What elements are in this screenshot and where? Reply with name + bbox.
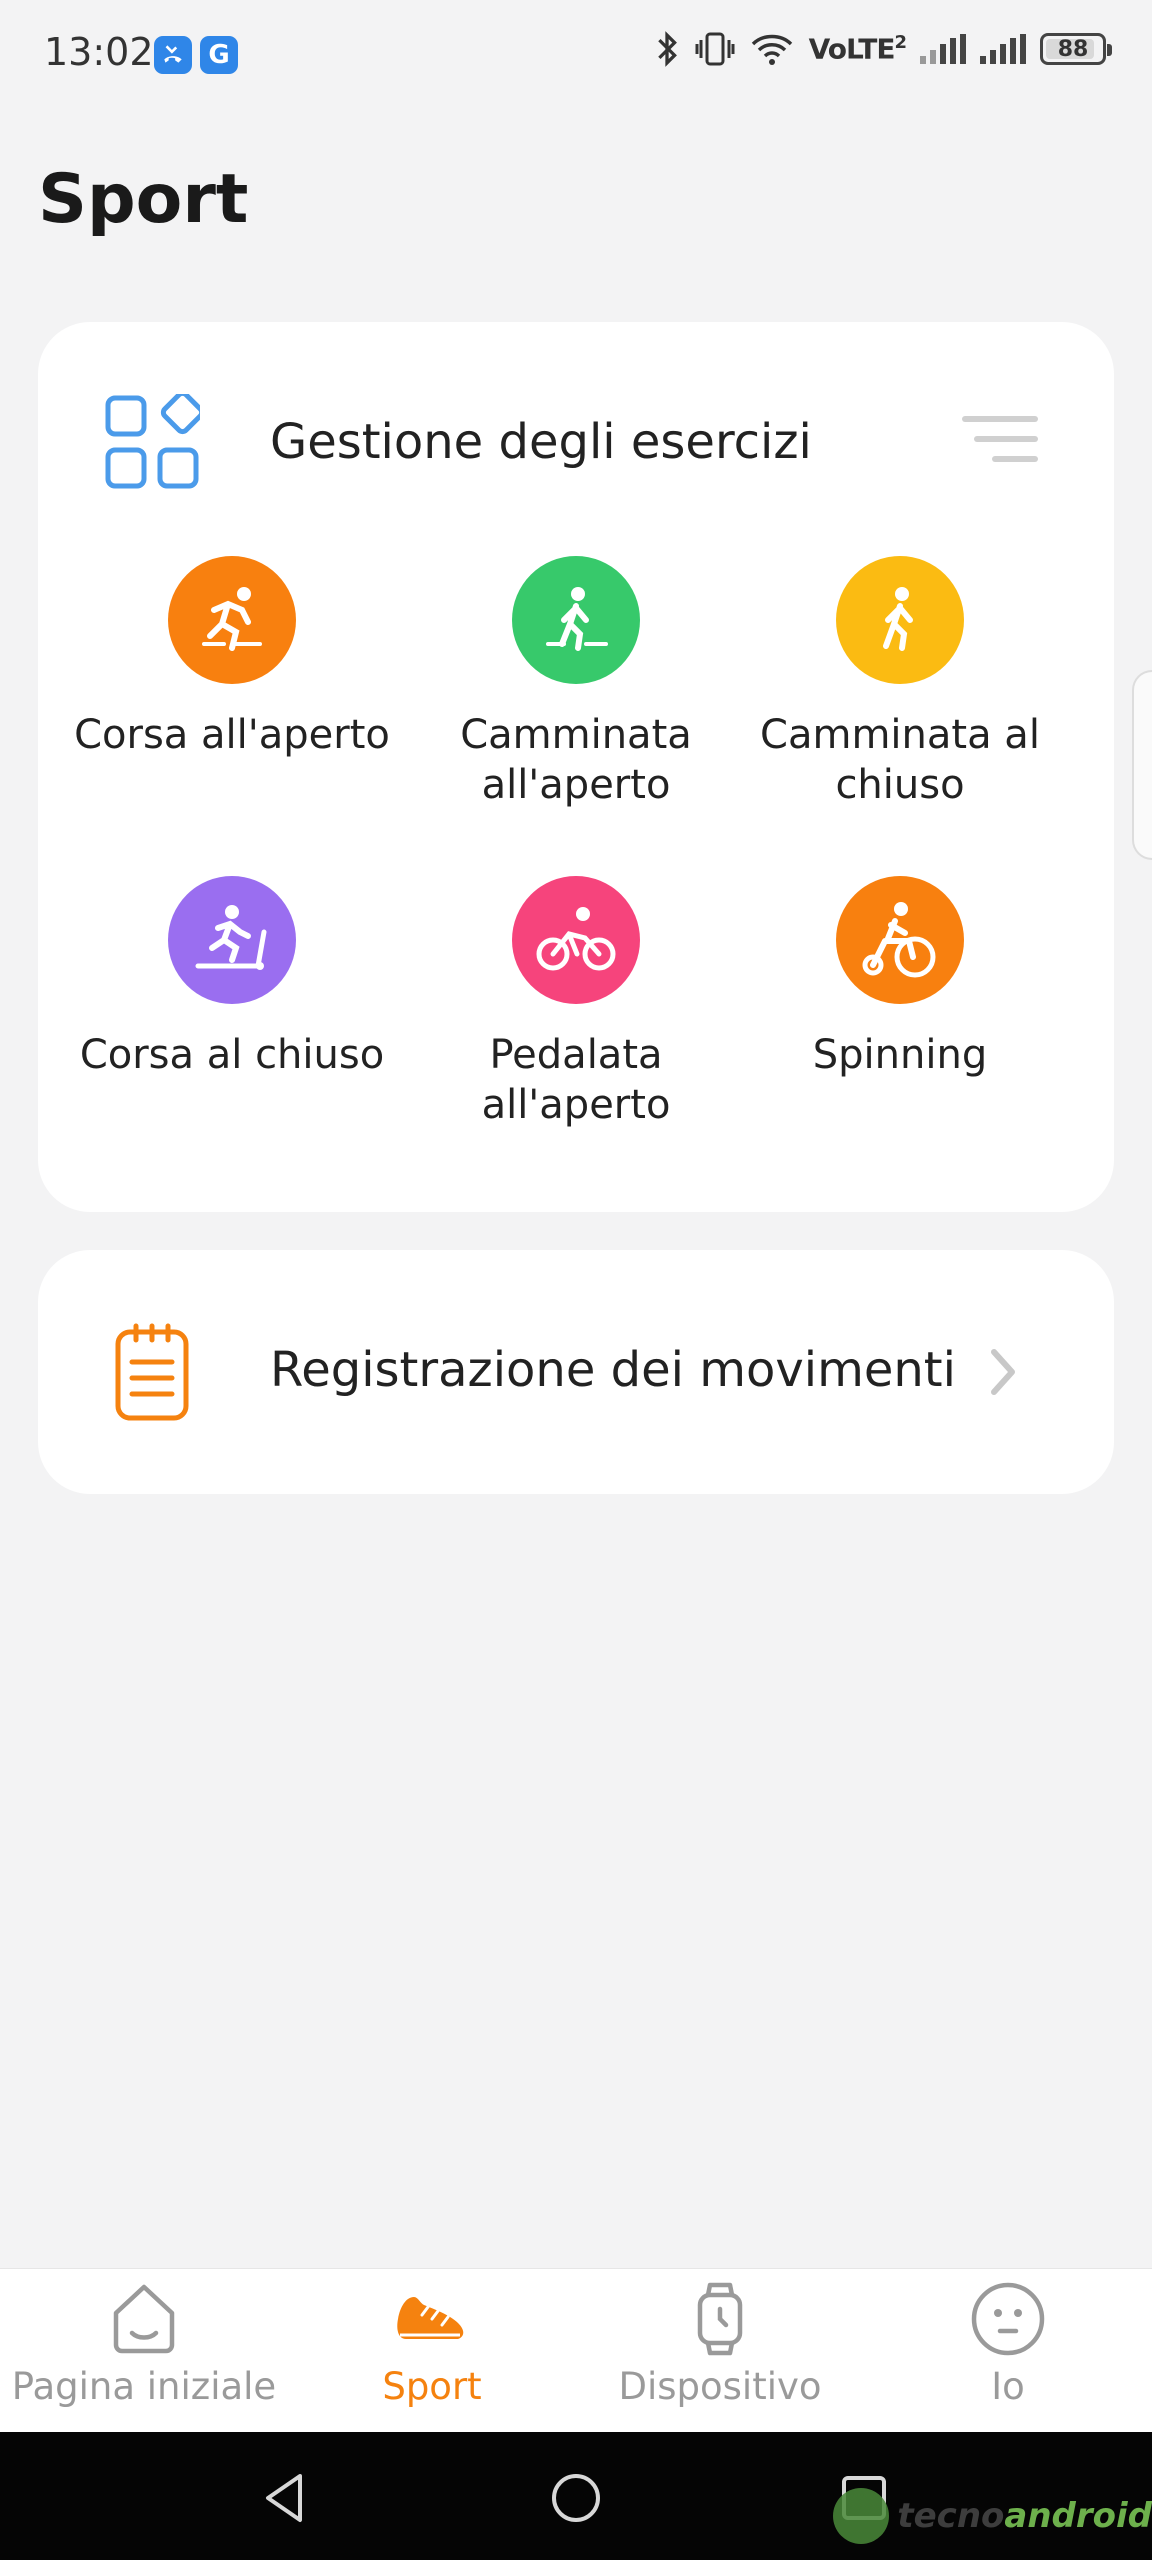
battery-icon: 88 <box>1040 33 1112 65</box>
outdoor-cycling-icon <box>512 876 640 1004</box>
nav-home[interactable]: Pagina iniziale <box>0 2279 288 2408</box>
side-drawer-handle[interactable] <box>1132 670 1152 860</box>
signal-strength-icon-1 <box>920 34 966 64</box>
sport-spinning[interactable]: Spinning <box>730 876 1070 1080</box>
wifi-icon <box>751 34 792 65</box>
profile-face-icon <box>971 2282 1045 2356</box>
google-notification-icon: G <box>200 36 238 74</box>
nav-device[interactable]: Dispositivo <box>576 2279 864 2408</box>
sport-label: Camminata al chiuso <box>760 712 1040 808</box>
sport-label: Camminata all'aperto <box>460 712 692 808</box>
android-logo-icon <box>833 2488 890 2544</box>
indoor-walk-icon <box>836 556 964 684</box>
movement-records-label: Registrazione dei movimenti <box>270 1342 956 1398</box>
sort-menu-icon[interactable] <box>962 416 1038 470</box>
nav-label: Sport <box>382 2365 482 2408</box>
exercise-management-title: Gestione degli esercizi <box>270 414 812 470</box>
sport-indoor-run[interactable]: Corsa al chiuso <box>62 876 402 1080</box>
sneaker-icon <box>397 2297 464 2339</box>
page-title: Sport <box>38 160 249 239</box>
nav-label: Io <box>991 2365 1025 2408</box>
nav-sport[interactable]: Sport <box>288 2279 576 2408</box>
exercises-card: Gestione degli esercizi Corsa all'aperto… <box>38 322 1114 1212</box>
watermark-text: tecnoandroid <box>897 2496 1152 2536</box>
spinning-icon <box>836 876 964 1004</box>
clipboard-icon <box>115 1323 189 1421</box>
status-right-icons: VoLTE2 88 <box>653 30 1112 68</box>
nav-label: Dispositivo <box>618 2365 822 2408</box>
sport-indoor-walk[interactable]: Camminata al chiuso <box>730 556 1070 810</box>
nav-me[interactable]: Io <box>864 2279 1152 2408</box>
system-navigation-bar: tecnoandroid <box>0 2432 1152 2560</box>
chevron-right-icon <box>991 1349 1015 1395</box>
treadmill-icon <box>168 876 296 1004</box>
sport-outdoor-cycling[interactable]: Pedalata all'aperto <box>406 876 746 1130</box>
volte-indicator: VoLTE2 <box>808 32 907 66</box>
smartwatch-icon <box>697 2282 743 2356</box>
status-bar: 13:02 G VoLTE2 88 <box>0 0 1152 110</box>
status-time: 13:02 <box>44 30 154 74</box>
missed-call-notification-icon <box>154 36 192 74</box>
nav-label: Pagina iniziale <box>11 2365 277 2408</box>
watermark: tecnoandroid <box>833 2488 1152 2544</box>
home-icon <box>113 2284 175 2354</box>
sport-outdoor-walk[interactable]: Camminata all'aperto <box>406 556 746 810</box>
back-icon[interactable] <box>256 2468 316 2528</box>
outdoor-run-icon <box>168 556 296 684</box>
sport-outdoor-run[interactable]: Corsa all'aperto <box>62 556 402 760</box>
outdoor-walk-icon <box>512 556 640 684</box>
sport-label: Spinning <box>812 1032 988 1078</box>
sport-label: Corsa al chiuso <box>79 1032 385 1078</box>
bluetooth-icon <box>657 31 677 67</box>
vibrate-icon <box>695 32 735 66</box>
sport-label: Pedalata all'aperto <box>481 1032 671 1128</box>
exercise-management-grid-icon[interactable] <box>104 394 200 490</box>
home-circle-icon[interactable] <box>546 2468 606 2528</box>
bottom-navigation: Pagina iniziale Sport Dispositivo Io <box>0 2268 1152 2432</box>
sport-label: Corsa all'aperto <box>74 712 390 758</box>
movement-records-card[interactable]: Registrazione dei movimenti <box>38 1250 1114 1494</box>
signal-strength-icon-2 <box>980 34 1026 64</box>
